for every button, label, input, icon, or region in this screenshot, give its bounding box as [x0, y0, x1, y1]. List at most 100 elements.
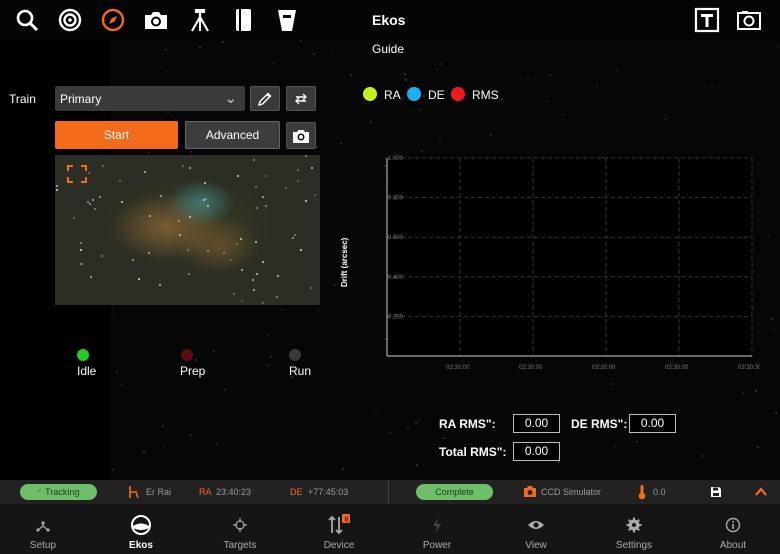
- star-dot: [112, 468, 115, 471]
- star-dot: [410, 79, 413, 82]
- star-dot: [280, 309, 283, 312]
- preview-star: [203, 182, 206, 185]
- de-key: DE: [290, 487, 303, 497]
- preview-star: [252, 289, 255, 292]
- chevron-down-icon: ⌄: [224, 90, 237, 107]
- star-dot: [771, 318, 774, 321]
- y-tick-label: 1.000: [388, 156, 404, 162]
- nav-label: Device: [323, 540, 355, 551]
- nav-ekos[interactable]: Ekos: [92, 504, 190, 554]
- star-dot: [768, 235, 771, 238]
- star-dot: [330, 52, 333, 55]
- star-dot: [711, 85, 714, 88]
- preview-star: [187, 273, 190, 276]
- star-dot: [549, 73, 552, 76]
- de-rms-value: 0.00: [629, 414, 676, 433]
- prep-label: Prep: [180, 364, 206, 378]
- star-dot: [741, 391, 744, 394]
- nav-about[interactable]: About: [684, 504, 780, 554]
- start-button[interactable]: Start: [55, 121, 178, 149]
- nav-view[interactable]: View: [487, 504, 585, 554]
- nav-label: Targets: [223, 540, 257, 551]
- camera-icon[interactable]: [141, 5, 171, 35]
- star-dot: [195, 359, 197, 362]
- preview-star: [262, 260, 265, 263]
- nav-label: Setup: [29, 540, 57, 551]
- nav-device[interactable]: 8 Device: [290, 504, 388, 554]
- tripod-icon[interactable]: [185, 5, 215, 35]
- preview-star: [294, 233, 297, 236]
- filter-icon[interactable]: [272, 5, 302, 35]
- star-dot: [162, 424, 165, 427]
- ekos-app: Ekos Guide Train Primary ⌄ Start Advance…: [0, 0, 780, 554]
- preview-star: [276, 296, 278, 299]
- compass-icon[interactable]: [98, 5, 128, 35]
- total-rms-value: 0.00: [513, 442, 560, 461]
- preview-star: [292, 237, 295, 240]
- de-rms-label: DE RMS":: [571, 417, 628, 431]
- star-dot: [440, 62, 442, 65]
- nav-targets[interactable]: Targets: [191, 504, 289, 554]
- ra-value: 23:40:23: [216, 487, 252, 497]
- star-dot: [216, 443, 219, 446]
- screenshot-icon[interactable]: [734, 5, 764, 35]
- star-dot: [350, 73, 353, 76]
- nav-power[interactable]: Power: [388, 504, 486, 554]
- star-dot: [419, 108, 422, 111]
- preview-star: [178, 220, 181, 223]
- text-icon[interactable]: [692, 5, 722, 35]
- nav-setup[interactable]: Setup: [0, 504, 92, 554]
- x-tick-label: 03:30:00: [665, 365, 689, 371]
- preview-star: [204, 198, 207, 201]
- preview-star: [230, 259, 233, 262]
- star-dot: [423, 94, 426, 97]
- preview-star: [131, 259, 134, 262]
- preview-star: [240, 237, 243, 240]
- de-legend-label: DE: [428, 88, 445, 102]
- fullscreen-icon[interactable]: [67, 165, 87, 183]
- preview-star: [222, 251, 225, 254]
- star-dot: [404, 73, 407, 76]
- ra-key: RA: [199, 487, 212, 497]
- star-dot: [562, 113, 565, 116]
- notebook-icon[interactable]: [228, 5, 258, 35]
- preview-star: [89, 203, 92, 206]
- star-dot: [526, 77, 529, 80]
- app-title: Ekos: [372, 12, 406, 28]
- preview-star: [255, 206, 258, 209]
- preview-star: [189, 216, 192, 219]
- nav-settings[interactable]: Settings: [585, 504, 683, 554]
- search-icon[interactable]: [12, 5, 42, 35]
- train-select[interactable]: Primary ⌄: [55, 86, 245, 111]
- star-dot: [406, 426, 409, 429]
- star-dot: [121, 384, 124, 387]
- settings-icon: [626, 512, 642, 538]
- chevron-up-icon[interactable]: [754, 486, 768, 498]
- edit-train-button[interactable]: [250, 86, 280, 111]
- target-icon[interactable]: [55, 5, 85, 35]
- star-dot: [777, 46, 780, 49]
- x-tick-label: 03:30:30: [738, 365, 760, 371]
- temperature-value: 0.0: [653, 487, 666, 497]
- preview-star: [313, 194, 316, 197]
- spinner-icon: ◜: [37, 486, 42, 497]
- camera-status-icon: [524, 486, 536, 497]
- drift-chart[interactable]: 1.000 0.800 0.600 0.400 0.200 03:30:00 03:30:0…: [335, 150, 760, 380]
- star-dot: [374, 408, 377, 411]
- save-icon[interactable]: [710, 486, 722, 498]
- reset-train-button[interactable]: [286, 86, 316, 111]
- star-dot: [267, 334, 270, 337]
- nav-label: Ekos: [129, 540, 153, 551]
- preview-star: [255, 272, 258, 275]
- star-dot: [316, 146, 319, 149]
- star-dot: [755, 389, 758, 392]
- preview-star: [101, 254, 104, 257]
- capture-button[interactable]: [286, 122, 316, 149]
- preview-star: [207, 205, 210, 208]
- star-dot: [165, 69, 168, 72]
- preview-star: [254, 241, 257, 244]
- guide-preview-image[interactable]: [55, 155, 320, 305]
- preview-star: [241, 269, 244, 272]
- star-dot: [417, 419, 420, 422]
- advanced-button[interactable]: Advanced: [185, 121, 280, 149]
